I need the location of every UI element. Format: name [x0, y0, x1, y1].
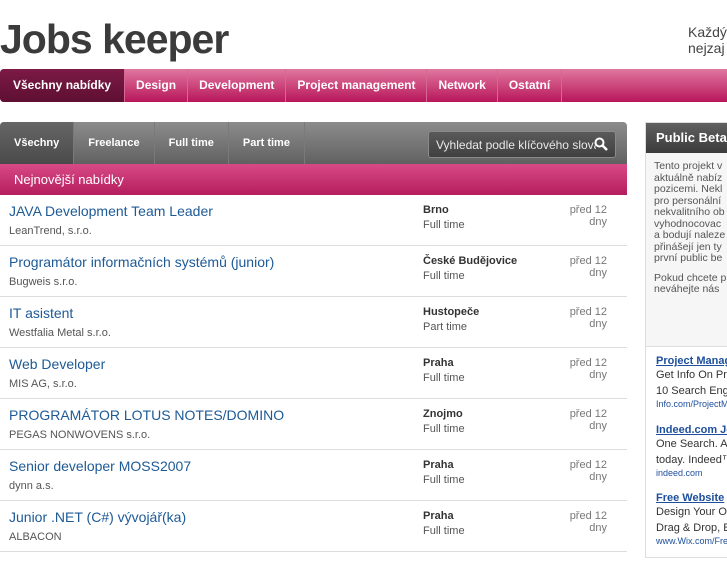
job-age-line: dny — [589, 369, 607, 381]
job-age-line: dny — [589, 318, 607, 330]
job-company: ALBACON — [9, 531, 62, 543]
list-heading: Nejnovější nabídky — [0, 164, 627, 195]
ad-item[interactable]: Indeed.com Jo One Search. A today. Indee… — [656, 424, 727, 478]
job-title-link[interactable]: Senior developer MOSS2007 — [9, 458, 191, 474]
ad-text: One Search. A — [656, 438, 727, 450]
job-title-link[interactable]: Web Developer — [9, 356, 105, 372]
job-age: před 12 dny — [540, 357, 607, 381]
site-logo[interactable]: Jobs keeper — [0, 16, 229, 62]
job-age-line: dny — [589, 420, 607, 432]
tab-freelance[interactable]: Freelance — [74, 122, 155, 164]
nav-project-management[interactable]: Project management — [286, 69, 428, 102]
job-type-filter: Všechny Freelance Full time Part time — [0, 122, 627, 164]
tab-part-time[interactable]: Part time — [229, 122, 305, 164]
ad-url[interactable]: Info.com/ProjectM — [656, 399, 727, 409]
public-beta-box: Public Beta Tento projekt v aktuálně nab… — [645, 122, 727, 358]
job-type: Full time — [423, 219, 465, 231]
nav-other[interactable]: Ostatní — [498, 69, 563, 102]
public-beta-heading: Public Beta — [646, 123, 727, 153]
job-age-line: dny — [589, 471, 607, 483]
site-slogan: Každý nejzaj — [688, 24, 727, 56]
main-navigation: Všechny nabídky Design Development Proje… — [0, 69, 727, 102]
job-type: Full time — [423, 372, 465, 384]
ads-box: Project Manag Get Info On Pro 10 Search … — [645, 346, 727, 558]
job-type: Full time — [423, 423, 465, 435]
job-location: Hustopeče — [423, 306, 480, 318]
job-row[interactable]: JAVA Development Team Leader LeanTrend, s… — [0, 195, 627, 246]
tab-all[interactable]: Všechny — [0, 122, 75, 164]
ad-text: today. Indeed™ — [656, 454, 727, 466]
job-row[interactable]: Junior .NET (C#) vývojář(ka) ALBACON Praha… — [0, 501, 627, 552]
job-row[interactable]: Senior developer MOSS2007 dynn a.s. Praha F… — [0, 450, 627, 501]
job-age-line: před 12 — [569, 204, 607, 216]
job-title-link[interactable]: PROGRAMÁTOR LOTUS NOTES/DOMINO — [9, 407, 284, 423]
job-company: Westfalia Metal s.r.o. — [9, 327, 111, 339]
nav-design[interactable]: Design — [125, 69, 189, 102]
job-company: PEGAS NONWOVENS s.r.o. — [9, 429, 151, 441]
job-age: před 12 dny — [540, 510, 607, 534]
job-row[interactable]: PROGRAMÁTOR LOTUS NOTES/DOMINO PEGAS NONW… — [0, 399, 627, 450]
job-age: před 12 dny — [540, 459, 607, 483]
job-age-line: dny — [589, 522, 607, 534]
search-icon[interactable] — [594, 137, 608, 151]
job-age-line: dny — [589, 267, 607, 279]
job-location: Praha — [423, 357, 454, 369]
ad-title[interactable]: Indeed.com Jo — [656, 424, 727, 436]
job-company: Bugweis s.r.o. — [9, 276, 78, 288]
job-company: MIS AG, s.r.o. — [9, 378, 77, 390]
job-age-line: před 12 — [569, 459, 607, 471]
job-row[interactable]: Programátor informačních systémů (junior… — [0, 246, 627, 297]
job-age: před 12 dny — [540, 255, 607, 279]
job-location: Praha — [423, 510, 454, 522]
ad-title[interactable]: Project Manag — [656, 355, 727, 367]
job-title-link[interactable]: Programátor informačních systémů (junior… — [9, 254, 274, 270]
tab-full-time[interactable]: Full time — [155, 122, 229, 164]
job-location: Znojmo — [423, 408, 463, 420]
job-listing-panel: Všechny Freelance Full time Part time Ne… — [0, 122, 627, 562]
nav-all-offers[interactable]: Všechny nabídky — [0, 69, 126, 102]
job-company: dynn a.s. — [9, 480, 54, 492]
job-list: JAVA Development Team Leader LeanTrend, s… — [0, 195, 627, 552]
job-age-line: dny — [589, 216, 607, 228]
nav-development[interactable]: Development — [188, 69, 287, 102]
job-title-link[interactable]: JAVA Development Team Leader — [9, 203, 213, 219]
job-title-link[interactable]: IT asistent — [9, 305, 73, 321]
slogan-line: Každý — [688, 24, 727, 40]
job-row[interactable]: Web Developer MIS AG, s.r.o. Praha Full tim… — [0, 348, 627, 399]
job-age-line: před 12 — [569, 408, 607, 420]
job-type: Part time — [423, 321, 468, 333]
job-type: Full time — [423, 525, 465, 537]
ad-item[interactable]: Free Website Design Your O Drag & Drop, … — [656, 492, 727, 546]
public-beta-text: Tento projekt v aktuálně nabíz pozicemi.… — [654, 160, 726, 264]
job-age-line: před 12 — [569, 255, 607, 267]
ad-text: 10 Search Eng — [656, 385, 727, 397]
job-age: před 12 dny — [540, 204, 607, 228]
job-title-link[interactable]: Junior .NET (C#) vývojář(ka) — [9, 509, 186, 525]
ad-url[interactable]: indeed.com — [656, 468, 727, 478]
public-beta-contact: Pokud chcete p neváhejte nás — [654, 271, 727, 295]
job-location: České Budějovice — [423, 255, 518, 267]
ad-text: Drag & Drop, E — [656, 522, 727, 534]
job-company: LeanTrend, s.r.o. — [9, 225, 92, 237]
ad-text: Design Your O — [656, 506, 727, 518]
job-location: Brno — [423, 204, 449, 216]
job-type: Full time — [423, 474, 465, 486]
nav-network[interactable]: Network — [427, 69, 498, 102]
job-age: před 12 dny — [540, 306, 607, 330]
job-age-line: před 12 — [569, 306, 607, 318]
slogan-line: nejzaj — [688, 40, 725, 56]
search-input[interactable] — [436, 137, 596, 153]
job-row[interactable]: IT asistent Westfalia Metal s.r.o. Hustope… — [0, 297, 627, 348]
ad-text: Get Info On Pro — [656, 369, 727, 381]
job-age-line: před 12 — [569, 510, 607, 522]
job-location: Praha — [423, 459, 454, 471]
ad-title[interactable]: Free Website — [656, 492, 727, 504]
job-age: před 12 dny — [540, 408, 607, 432]
search-box — [428, 131, 616, 158]
job-type: Full time — [423, 270, 465, 282]
job-age-line: před 12 — [569, 357, 607, 369]
ad-item[interactable]: Project Manag Get Info On Pro 10 Search … — [656, 355, 727, 409]
